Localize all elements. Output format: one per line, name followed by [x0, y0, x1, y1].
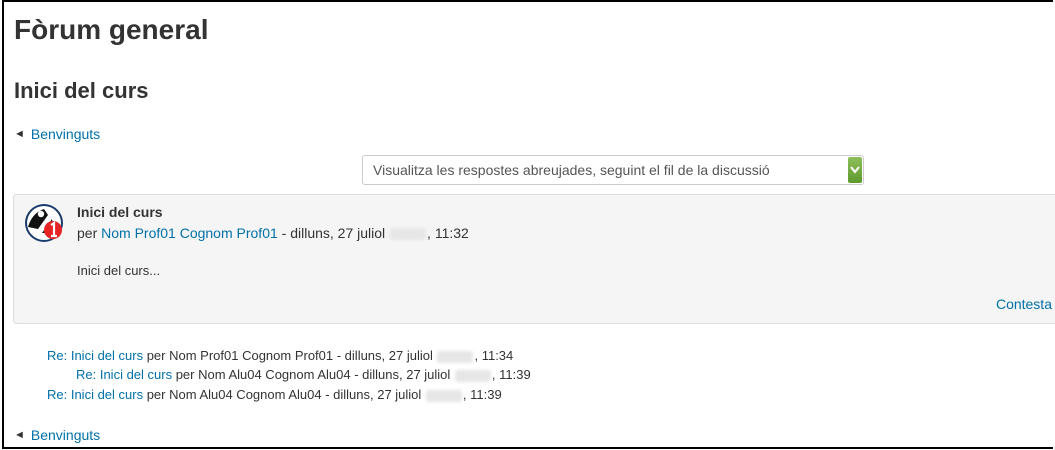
left-arrow-icon: ◄	[14, 429, 25, 441]
previous-discussion-label: Benvinguts	[30, 126, 101, 142]
display-mode-select[interactable]: Visualitza les respostes abreujades, seg…	[362, 155, 864, 185]
reply-subject-link[interactable]: Re: Inici del curs	[47, 348, 143, 363]
blurred-year	[390, 228, 427, 241]
reply-byline: per Nom Alu04 Cognom Alu04 - dilluns, 27…	[172, 367, 454, 382]
post-byline: per Nom Prof01 Cognom Prof01 - dilluns, …	[77, 225, 469, 241]
reply-subject-link[interactable]: Re: Inici del curs	[76, 367, 172, 382]
post-content: Inici del curs...	[77, 263, 161, 278]
post-time: , 11:32	[427, 225, 469, 241]
previous-discussion-label: Benvinguts	[30, 427, 101, 443]
reply-item: Re: Inici del curs per Nom Alu04 Cognom …	[76, 367, 531, 382]
reply-byline: per Nom Prof01 Cognom Prof01 - dilluns, …	[143, 348, 437, 363]
user-avatar-icon	[25, 204, 63, 242]
post-date: - dilluns, 27 juliol	[277, 225, 390, 241]
post-by-prefix: per	[77, 225, 98, 241]
reply-link[interactable]: Contesta	[996, 296, 1052, 312]
reply-time: , 11:34	[474, 348, 514, 363]
reply-item: Re: Inici del curs per Nom Prof01 Cognom…	[47, 348, 513, 363]
reply-time: , 11:39	[462, 387, 502, 402]
blurred-year	[425, 389, 462, 402]
blurred-year	[437, 350, 474, 363]
forum-title: Fòrum general	[14, 14, 209, 45]
chevron-down-icon[interactable]	[848, 157, 862, 183]
previous-discussion-link-bottom[interactable]: ◄ Benvinguts	[14, 427, 100, 443]
reply-item: Re: Inici del curs per Nom Alu04 Cognom …	[47, 387, 502, 402]
display-mode-selected: Visualitza les respostes abreujades, seg…	[373, 162, 770, 178]
post-subject: Inici del curs	[77, 204, 163, 220]
post-author-link[interactable]: Nom Prof01 Cognom Prof01	[101, 225, 278, 241]
reply-byline: per Nom Alu04 Cognom Alu04 - dilluns, 27…	[143, 387, 425, 402]
left-arrow-icon: ◄	[14, 128, 25, 140]
discussion-title: Inici del curs	[14, 78, 149, 103]
avatar[interactable]	[24, 203, 64, 243]
reply-subject-link[interactable]: Re: Inici del curs	[47, 387, 143, 402]
reply-time: , 11:39	[491, 367, 531, 382]
blurred-year	[454, 369, 491, 382]
main-post: Inici del curs per Nom Prof01 Cognom Pro…	[13, 194, 1055, 324]
previous-discussion-link[interactable]: ◄ Benvinguts	[14, 126, 100, 142]
